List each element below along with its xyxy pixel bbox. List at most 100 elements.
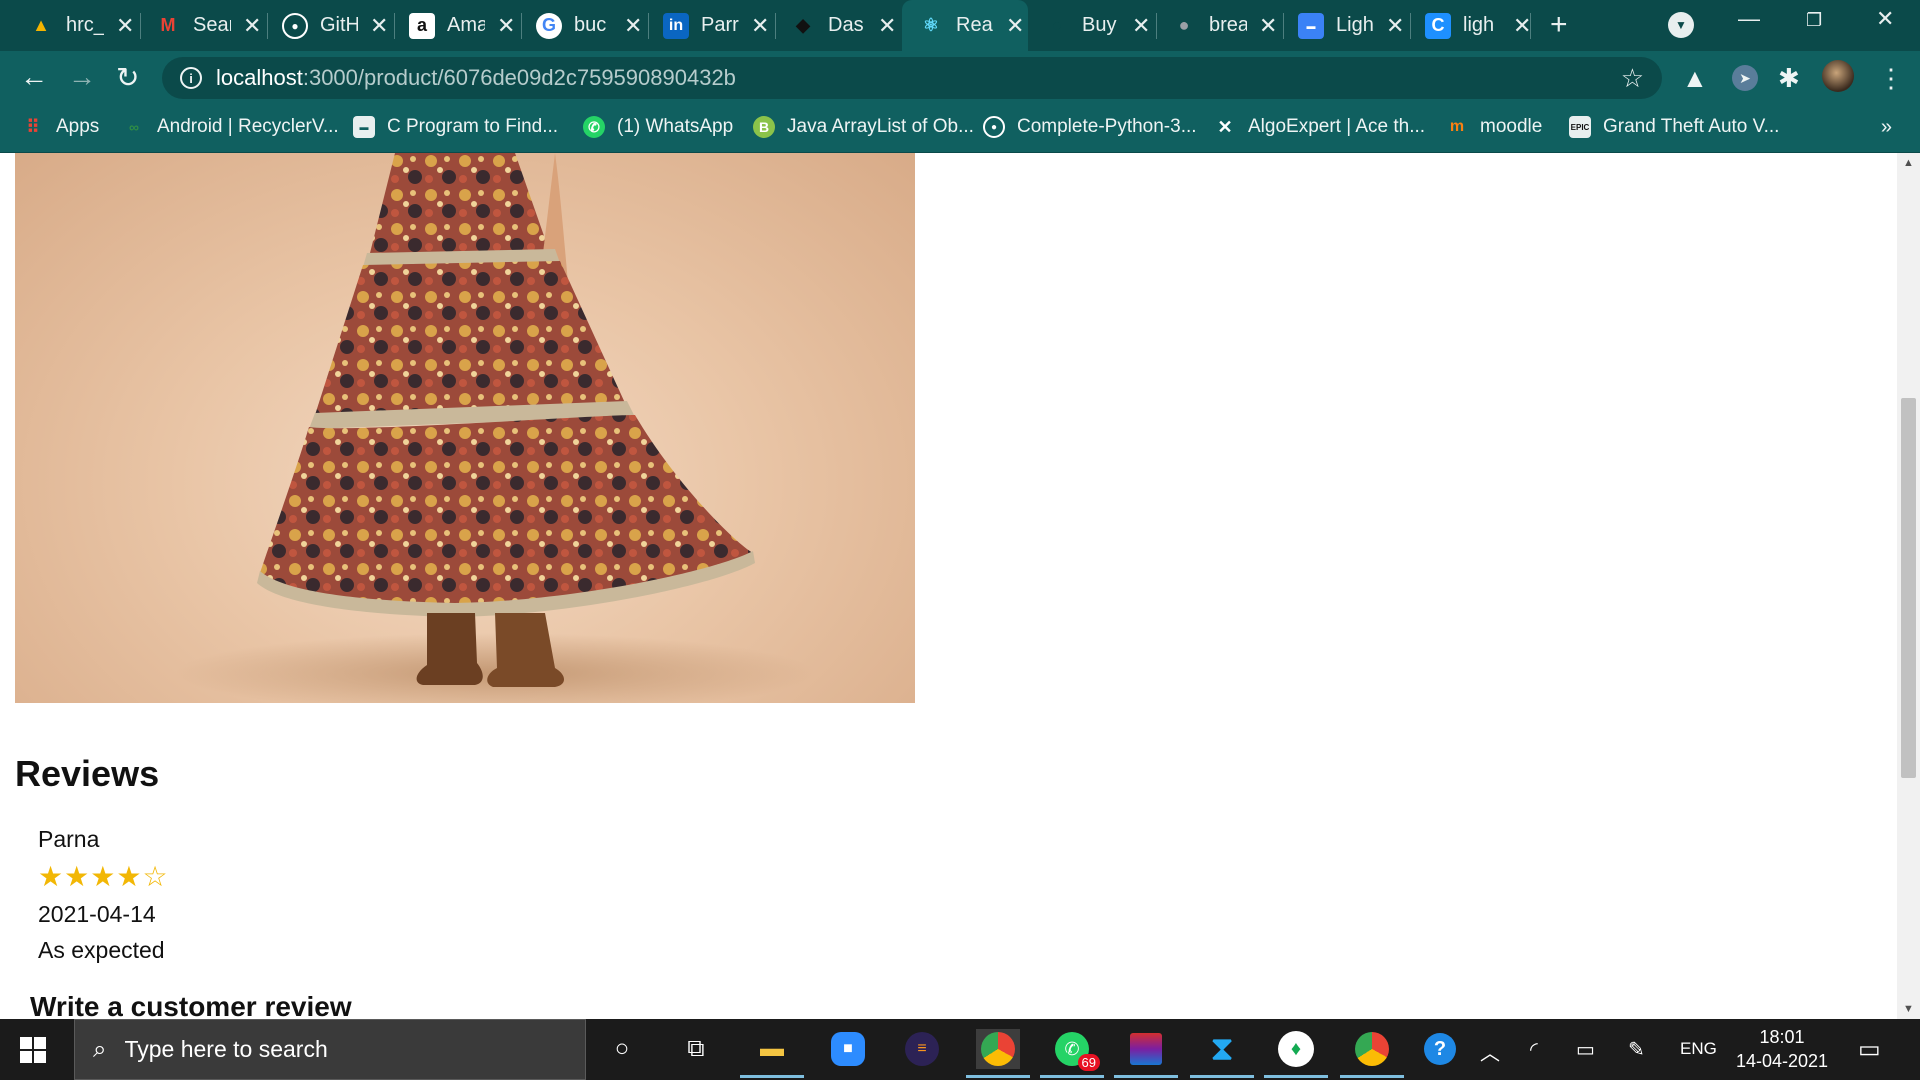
close-icon[interactable]: ✕ [1513, 13, 1531, 39]
tab-linkedin[interactable]: in Parr ✕ [635, 0, 775, 51]
bookmark-label: moodle [1480, 116, 1543, 137]
bookmark-complete-python[interactable]: ● Complete-Python-3... [983, 116, 1197, 138]
bookmark-label: Android | RecyclerV... [157, 116, 339, 137]
tab-title: buc [574, 14, 607, 36]
tab-title: Rea [956, 14, 993, 36]
star-filled-icon: ★ [64, 861, 90, 892]
tab-title: GitH [320, 14, 358, 36]
mongodb-compass-icon[interactable]: ♦ [1264, 1029, 1328, 1078]
show-hidden-icons-chevron-icon[interactable]: ︿ [1480, 1037, 1500, 1066]
reload-icon[interactable]: ↻ [116, 61, 139, 94]
tab-search-icon[interactable]: ▼ [1668, 12, 1694, 38]
site-info-icon[interactable]: i [180, 67, 202, 89]
taskbar-clock[interactable]: 18:01 14-04-2021 [1730, 1025, 1834, 1073]
scroll-up-arrow-icon[interactable]: ▲ [1903, 157, 1914, 169]
tab-dashboard[interactable]: ◆ Das ✕ [762, 0, 902, 51]
bookmarks-bar: ⠿ Apps ∞ Android | RecyclerV... ▬ C Prog… [0, 104, 1920, 153]
bookmark-whatsapp[interactable]: ✆ (1) WhatsApp [583, 116, 733, 138]
tab-google[interactable]: G buc ✕ [508, 0, 648, 51]
tab-react-app[interactable]: ⚛ Rea ✕ [902, 0, 1028, 51]
eclipse-icon[interactable]: ≡ [900, 1029, 944, 1069]
close-icon[interactable]: ✕ [878, 13, 896, 39]
google-drive-icon: ▲ [32, 15, 50, 35]
linkedin-icon: in [663, 12, 689, 39]
tab-search-mail[interactable]: M Sear ✕ [127, 0, 267, 51]
help-icon[interactable]: ? [1418, 1029, 1462, 1069]
new-tab-button[interactable]: + [1550, 8, 1568, 42]
write-review-heading: Write a customer review [30, 991, 352, 1019]
page-viewport: Reviews Parna ★ ★ ★ ★ ☆ 2021-04-14 As ex… [0, 153, 1897, 1019]
bookmark-star-icon[interactable]: ☆ [1621, 63, 1644, 94]
amazon-icon: a [409, 12, 435, 39]
bookmark-gta-v[interactable]: EPIC Grand Theft Auto V... [1569, 116, 1779, 138]
tab-hrc[interactable]: ▲ hrc_ ✕ [0, 0, 140, 51]
forward-arrow-icon[interactable]: → [68, 61, 96, 93]
vscode-icon[interactable]: ⧗ [1190, 1029, 1254, 1078]
tab-lighthouse[interactable]: ▬ Ligh ✕ [1270, 0, 1410, 51]
cortana-icon[interactable]: ○ [600, 1029, 644, 1069]
bookmarks-overflow-button[interactable]: » [1881, 116, 1892, 139]
bookmark-android-recyclerview[interactable]: ∞ Android | RecyclerV... [123, 116, 339, 138]
globe-icon: ● [1178, 15, 1190, 35]
bookmark-java-arraylist[interactable]: B Java ArrayList of Ob... [753, 116, 974, 138]
url-host: localhost [216, 65, 303, 90]
b-icon: B [753, 116, 775, 138]
tab-light[interactable]: C ligh ✕ [1397, 0, 1537, 51]
algoexpert-icon: ✕ [1217, 116, 1233, 137]
scrollbar-thumb[interactable] [1901, 398, 1916, 778]
tab-title: Parr [701, 14, 739, 36]
bookmark-algoexpert[interactable]: ✕ AlgoExpert | Ace th... [1214, 116, 1425, 138]
tab-separator [1530, 13, 1531, 39]
minimize-icon[interactable]: — [1738, 6, 1760, 32]
winrar-icon[interactable] [1114, 1029, 1178, 1078]
clock-date: 14-04-2021 [1735, 1051, 1829, 1071]
file-explorer-icon[interactable]: ▬ [740, 1029, 804, 1078]
extension-cursor-icon[interactable]: ➤ [1732, 65, 1758, 91]
tab-title: Ligh [1336, 14, 1374, 36]
bookmark-moodle[interactable]: m moodle [1446, 116, 1542, 138]
bookmark-label: Java ArrayList of Ob... [787, 116, 974, 137]
taskbar-search-box[interactable]: ⌕ Type here to search [74, 1019, 586, 1080]
back-arrow-icon[interactable]: ← [20, 61, 48, 93]
language-indicator[interactable]: ENG [1680, 1039, 1717, 1059]
profile-avatar[interactable] [1822, 60, 1854, 92]
wifi-icon[interactable]: ◜ [1530, 1037, 1538, 1062]
close-window-icon[interactable]: ✕ [1876, 6, 1894, 32]
notification-badge: 69 [1077, 1054, 1100, 1071]
search-icon: ⌕ [93, 1035, 107, 1063]
chrome-profile-icon[interactable] [1340, 1029, 1404, 1078]
task-view-icon[interactable]: ⧉ [674, 1029, 718, 1069]
review-comment: As expected [38, 937, 165, 963]
extensions-puzzle-icon[interactable]: ✱ [1778, 63, 1800, 94]
tab-breadcrumbs[interactable]: ● brea ✕ [1143, 0, 1283, 51]
menu-kebab-icon[interactable]: ⋮ [1878, 63, 1904, 94]
product-image [15, 153, 915, 703]
bookmark-c-program[interactable]: ▬ C Program to Find... [353, 116, 558, 138]
zoom-icon[interactable]: ■ [826, 1029, 870, 1069]
apps-grid-icon: ⠿ [26, 116, 40, 137]
bookmark-apps[interactable]: ⠿ Apps [22, 116, 99, 138]
notifications-icon[interactable]: ▭ [1858, 1035, 1881, 1064]
battery-icon[interactable]: ▭ [1576, 1037, 1595, 1062]
restore-icon[interactable]: ❐ [1806, 10, 1822, 31]
page-scrollbar[interactable]: ▲ ▼ [1897, 153, 1920, 1019]
whatsapp-icon: ✆ [583, 116, 605, 138]
rating-stars: ★ ★ ★ ★ ☆ [38, 861, 168, 893]
chrome-icon[interactable] [966, 1029, 1030, 1078]
windows-start-icon[interactable] [20, 1037, 46, 1063]
extension-mountain-icon[interactable]: ▲ [1682, 63, 1708, 94]
reviews-heading: Reviews [15, 753, 160, 794]
tab-buy[interactable]: ● Buy ✕ [1016, 0, 1156, 51]
whatsapp-icon[interactable]: ✆ 69 [1040, 1029, 1104, 1078]
review-author: Parna [38, 826, 100, 852]
tab-github[interactable]: ● GitH ✕ [254, 0, 394, 51]
address-bar[interactable]: i localhost:3000/product/6076de09d2c7595… [162, 57, 1662, 99]
url-path: :3000/product/6076de09d2c759590890432b [302, 65, 736, 90]
tab-amazon[interactable]: a Ama ✕ [381, 0, 521, 51]
app-icon: ◆ [796, 15, 810, 35]
c-icon: C [1425, 12, 1451, 39]
tab-title: Buy [1082, 14, 1117, 36]
scroll-down-arrow-icon[interactable]: ▼ [1903, 1003, 1914, 1015]
pen-icon[interactable]: ✎ [1628, 1037, 1645, 1062]
star-filled-icon: ★ [38, 861, 64, 892]
